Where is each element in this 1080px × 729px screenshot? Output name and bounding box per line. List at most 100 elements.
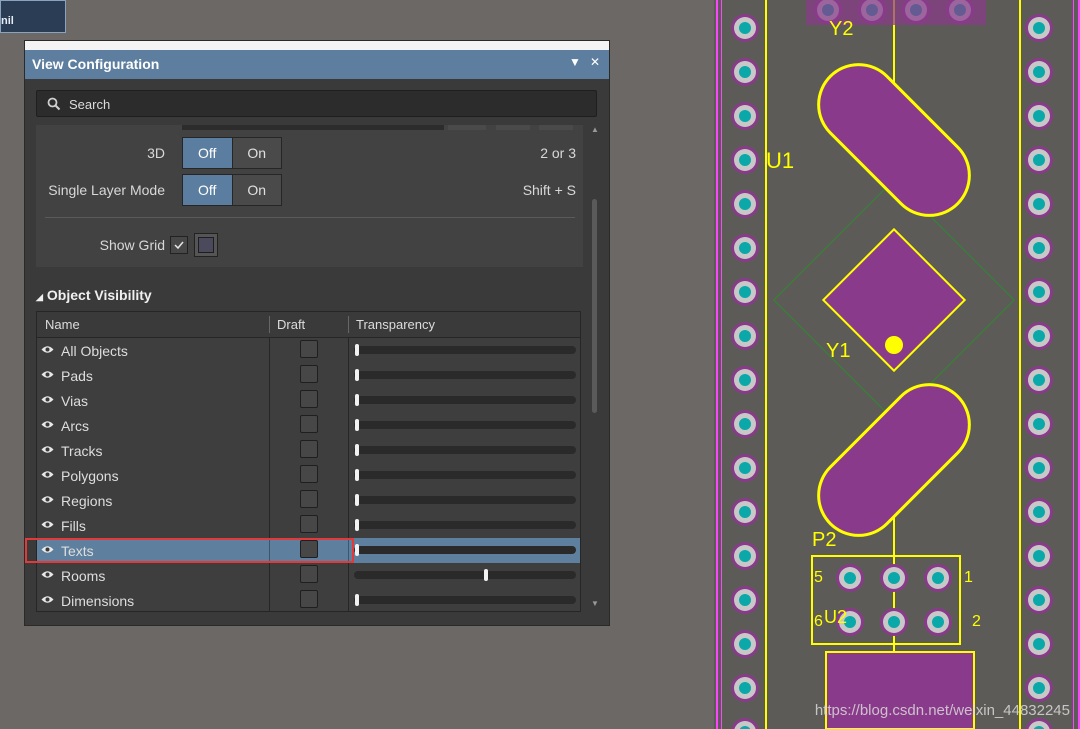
eye-icon[interactable] [41, 570, 54, 579]
column-separator [348, 363, 349, 388]
designator-y2: Y2 [829, 18, 853, 40]
pad-hole [739, 242, 751, 254]
eye-icon[interactable] [41, 370, 54, 379]
pad-hole [739, 198, 751, 210]
clipped-button [496, 125, 530, 130]
board-outline [1073, 0, 1074, 729]
column-separator [269, 463, 270, 488]
slider-thumb[interactable] [355, 419, 359, 431]
row-label: Arcs [61, 418, 89, 434]
slider-thumb[interactable] [355, 544, 359, 556]
pad-hole [1033, 374, 1045, 386]
config-row-3d: 3D Off On 2 or 3 [36, 137, 583, 169]
slider-thumb[interactable] [355, 594, 359, 606]
grid-color-swatch[interactable] [194, 233, 218, 257]
transparency-slider[interactable] [354, 469, 576, 481]
eye-icon[interactable] [41, 520, 54, 529]
transparency-slider[interactable] [354, 394, 576, 406]
pad-hole [1033, 550, 1045, 562]
draft-checkbox[interactable] [300, 440, 318, 458]
panel-titlebar[interactable]: View Configuration ▼ ✕ [25, 50, 609, 79]
table-row[interactable]: Pads [37, 363, 580, 388]
pad-hole [1033, 66, 1045, 78]
slider-thumb[interactable] [355, 444, 359, 456]
pin-label: 6 [814, 613, 823, 630]
object-visibility-header[interactable]: ◢ Object Visibility [36, 287, 152, 303]
transparency-slider[interactable] [354, 494, 576, 506]
table-row[interactable]: Fills [37, 513, 580, 538]
column-separator [269, 413, 270, 438]
collapse-triangle-icon: ◢ [36, 292, 43, 302]
slider-thumb[interactable] [355, 394, 359, 406]
transparency-slider[interactable] [354, 369, 576, 381]
transparency-slider[interactable] [354, 594, 576, 606]
pad-hole [739, 682, 751, 694]
pcb-layout-drawing[interactable]: Y2 U1 Y1 P2 U2 5 1 6 2 [714, 0, 1080, 729]
scroll-down-icon[interactable]: ▼ [591, 599, 599, 608]
slider-thumb[interactable] [355, 344, 359, 356]
table-row[interactable]: Arcs [37, 413, 580, 438]
pcb-canvas[interactable]: Y2 U1 Y1 P2 U2 5 1 6 2 https://blog.csdn… [714, 0, 1080, 729]
column-header-transparency[interactable]: Transparency [356, 317, 435, 332]
transparency-slider[interactable] [354, 519, 576, 531]
column-separator [348, 413, 349, 438]
toggle-single-layer[interactable]: Off On [182, 174, 282, 206]
transparency-slider[interactable] [354, 419, 576, 431]
object-visibility-table: Name Draft Transparency All Objects Pads V… [36, 311, 581, 612]
transparency-slider[interactable] [354, 544, 576, 556]
column-separator [269, 488, 270, 513]
panel-scrollbar[interactable]: ▲ ▼ [591, 125, 599, 611]
draft-checkbox[interactable] [300, 415, 318, 433]
slider-thumb[interactable] [355, 469, 359, 481]
toggle-3d[interactable]: Off On [182, 137, 282, 169]
search-input[interactable]: Search [36, 90, 597, 117]
designator-p2: P2 [812, 529, 836, 551]
draft-checkbox[interactable] [300, 490, 318, 508]
toggle-3d-off[interactable]: Off [183, 138, 232, 168]
table-row[interactable]: Tracks [37, 438, 580, 463]
transparency-slider[interactable] [354, 569, 576, 581]
column-separator [269, 388, 270, 413]
table-row[interactable]: Dimensions [37, 588, 580, 611]
slider-thumb[interactable] [355, 494, 359, 506]
shortcut-hint-3d: 2 or 3 [540, 145, 576, 161]
transparency-slider[interactable] [354, 444, 576, 456]
eye-icon[interactable] [41, 595, 54, 604]
table-row[interactable]: Vias [37, 388, 580, 413]
draft-checkbox[interactable] [300, 390, 318, 408]
eye-icon[interactable] [41, 345, 54, 354]
background-window[interactable]: nil [0, 0, 66, 33]
table-row[interactable]: All Objects [37, 338, 580, 363]
slider-thumb[interactable] [484, 569, 488, 581]
slider-thumb[interactable] [355, 369, 359, 381]
table-row[interactable]: Polygons [37, 463, 580, 488]
toggle-single-layer-off[interactable]: Off [183, 175, 232, 205]
row-label: Pads [61, 368, 93, 384]
eye-icon[interactable] [41, 470, 54, 479]
show-grid-checkbox[interactable] [170, 236, 188, 254]
column-header-draft[interactable]: Draft [277, 317, 305, 332]
slider-thumb[interactable] [355, 519, 359, 531]
transparency-slider[interactable] [354, 344, 576, 356]
draft-checkbox[interactable] [300, 340, 318, 358]
row-label: Polygons [61, 468, 119, 484]
eye-icon[interactable] [41, 495, 54, 504]
scroll-up-icon[interactable]: ▲ [591, 125, 599, 134]
eye-icon[interactable] [41, 420, 54, 429]
table-row[interactable]: Rooms [37, 563, 580, 588]
eye-icon[interactable] [41, 395, 54, 404]
draft-checkbox[interactable] [300, 515, 318, 533]
draft-checkbox[interactable] [300, 565, 318, 583]
panel-menu-icon[interactable]: ▼ [569, 55, 581, 69]
toggle-single-layer-on[interactable]: On [231, 175, 281, 205]
draft-checkbox[interactable] [300, 465, 318, 483]
table-row[interactable]: Regions [37, 488, 580, 513]
toggle-3d-on[interactable]: On [231, 138, 281, 168]
draft-checkbox[interactable] [300, 590, 318, 608]
eye-icon[interactable] [41, 445, 54, 454]
close-icon[interactable]: ✕ [590, 55, 600, 69]
draft-checkbox[interactable] [300, 365, 318, 383]
column-separator [348, 438, 349, 463]
scrollbar-thumb[interactable] [592, 199, 597, 413]
column-header-name[interactable]: Name [45, 317, 80, 332]
